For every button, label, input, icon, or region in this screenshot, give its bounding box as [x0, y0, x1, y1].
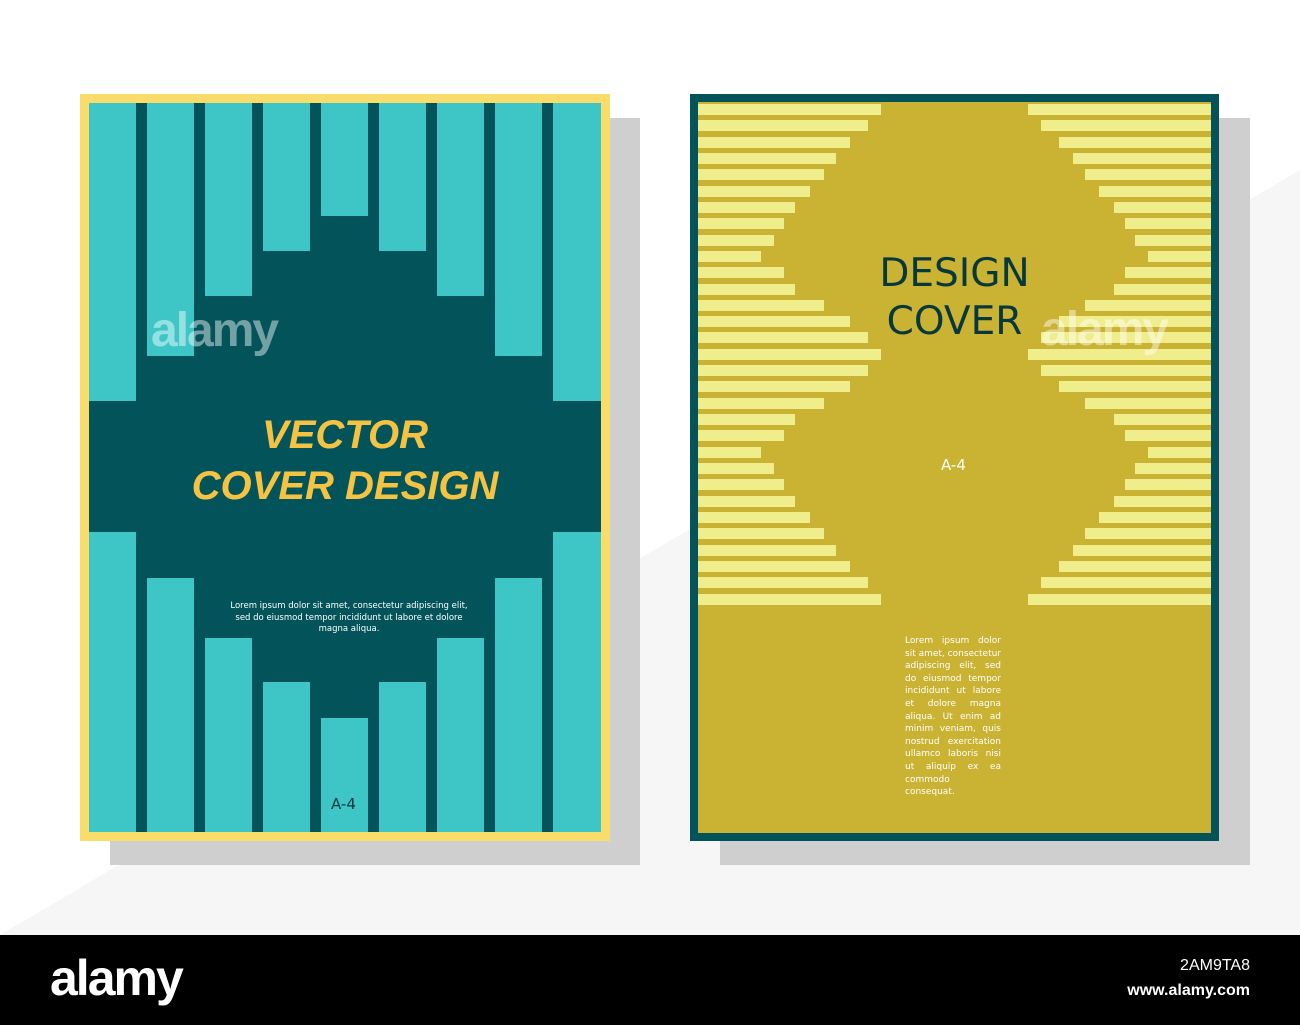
horizontal-stripe [1114, 495, 1211, 507]
vertical-bar [495, 103, 542, 356]
right-page-size: A-4 [941, 456, 966, 474]
horizontal-stripe [698, 152, 836, 164]
horizontal-stripe [698, 560, 850, 572]
vertical-bar [89, 103, 136, 401]
left-title-line1: VECTOR [262, 413, 428, 457]
vertical-bar [147, 578, 194, 832]
vertical-bar [437, 638, 484, 832]
horizontal-stripe [1085, 528, 1211, 540]
horizontal-stripe [698, 511, 810, 523]
watermark: alamy [151, 304, 279, 357]
horizontal-stripe [1085, 169, 1211, 181]
horizontal-stripe [1135, 463, 1211, 474]
left-page-size: A-4 [331, 795, 356, 813]
horizontal-stripe [698, 234, 774, 246]
vertical-bar [495, 578, 542, 832]
horizontal-stripe [1125, 218, 1211, 230]
horizontal-stripe [698, 185, 810, 197]
vertical-bar [379, 103, 426, 251]
right-title-line1: DESIGN [879, 251, 1030, 296]
image-id: 2AM9TA8 [1180, 957, 1250, 974]
horizontal-stripe [1125, 479, 1211, 491]
horizontal-stripe [698, 397, 824, 409]
horizontal-stripe [698, 479, 784, 491]
horizontal-stripe [1073, 544, 1211, 556]
horizontal-stripe [698, 120, 868, 132]
right-body-text: Lorem ipsum dolor sit amet, consectetur … [905, 636, 1001, 798]
horizontal-stripe [1041, 577, 1211, 589]
footer-bar: alamy 2AM9TA8 www.alamy.com [0, 935, 1300, 1025]
horizontal-stripe [1059, 381, 1211, 393]
vertical-bar [321, 103, 368, 216]
alamy-logo: alamy [50, 950, 184, 1006]
vertical-bar [263, 103, 310, 251]
horizontal-stripe [1099, 185, 1211, 197]
vertical-bar [379, 682, 426, 832]
website-link[interactable]: www.alamy.com [1127, 982, 1250, 1000]
horizontal-stripe [1135, 234, 1211, 246]
watermark: alamy [1041, 303, 1169, 356]
horizontal-stripe [698, 577, 868, 589]
horizontal-stripe [698, 430, 784, 442]
horizontal-stripe [698, 169, 824, 181]
horizontal-stripe [698, 348, 881, 360]
horizontal-stripe [1125, 430, 1211, 442]
horizontal-stripe [698, 414, 795, 426]
horizontal-stripe [1028, 104, 1211, 115]
vertical-bar [89, 532, 136, 832]
horizontal-stripe [1085, 397, 1211, 409]
vertical-bar [205, 103, 252, 296]
horizontal-stripe [698, 218, 784, 230]
horizontal-stripe [698, 136, 850, 148]
vertical-bar [321, 718, 368, 832]
horizontal-stripe [1114, 414, 1211, 426]
horizontal-stripe [698, 593, 881, 605]
horizontal-stripe [698, 463, 774, 474]
horizontal-stripe [1073, 152, 1211, 164]
horizontal-stripe [1028, 593, 1211, 605]
vertical-bar [437, 103, 484, 296]
horizontal-stripe [1041, 365, 1211, 377]
horizontal-stripe [1041, 120, 1211, 132]
horizontal-stripe [698, 495, 795, 507]
vertical-bar [263, 682, 310, 832]
left-cover: VECTOR COVER DESIGN Lorem ipsum dolor si… [80, 94, 610, 841]
horizontal-stripe [698, 365, 868, 377]
horizontal-stripe [698, 528, 824, 540]
horizontal-stripe [1114, 201, 1211, 213]
horizontal-stripe [698, 446, 761, 458]
horizontal-stripe [698, 544, 836, 556]
vertical-bar [205, 638, 252, 832]
horizontal-stripe [698, 104, 881, 115]
horizontal-stripe [698, 201, 795, 213]
horizontal-stripe [1059, 136, 1211, 148]
horizontal-stripe [1059, 560, 1211, 572]
right-cover: DESIGN COVER A-4 Lorem ipsum dolor sit a… [690, 94, 1219, 841]
horizontal-stripe [698, 381, 850, 393]
left-body-text: Lorem ipsum dolor sit amet, consectetur … [230, 601, 468, 634]
left-title-line2: COVER DESIGN [191, 464, 499, 508]
vertical-bar [553, 103, 601, 401]
horizontal-stripe [1148, 446, 1211, 458]
horizontal-stripe [1099, 511, 1211, 523]
vertical-bar [553, 532, 601, 832]
